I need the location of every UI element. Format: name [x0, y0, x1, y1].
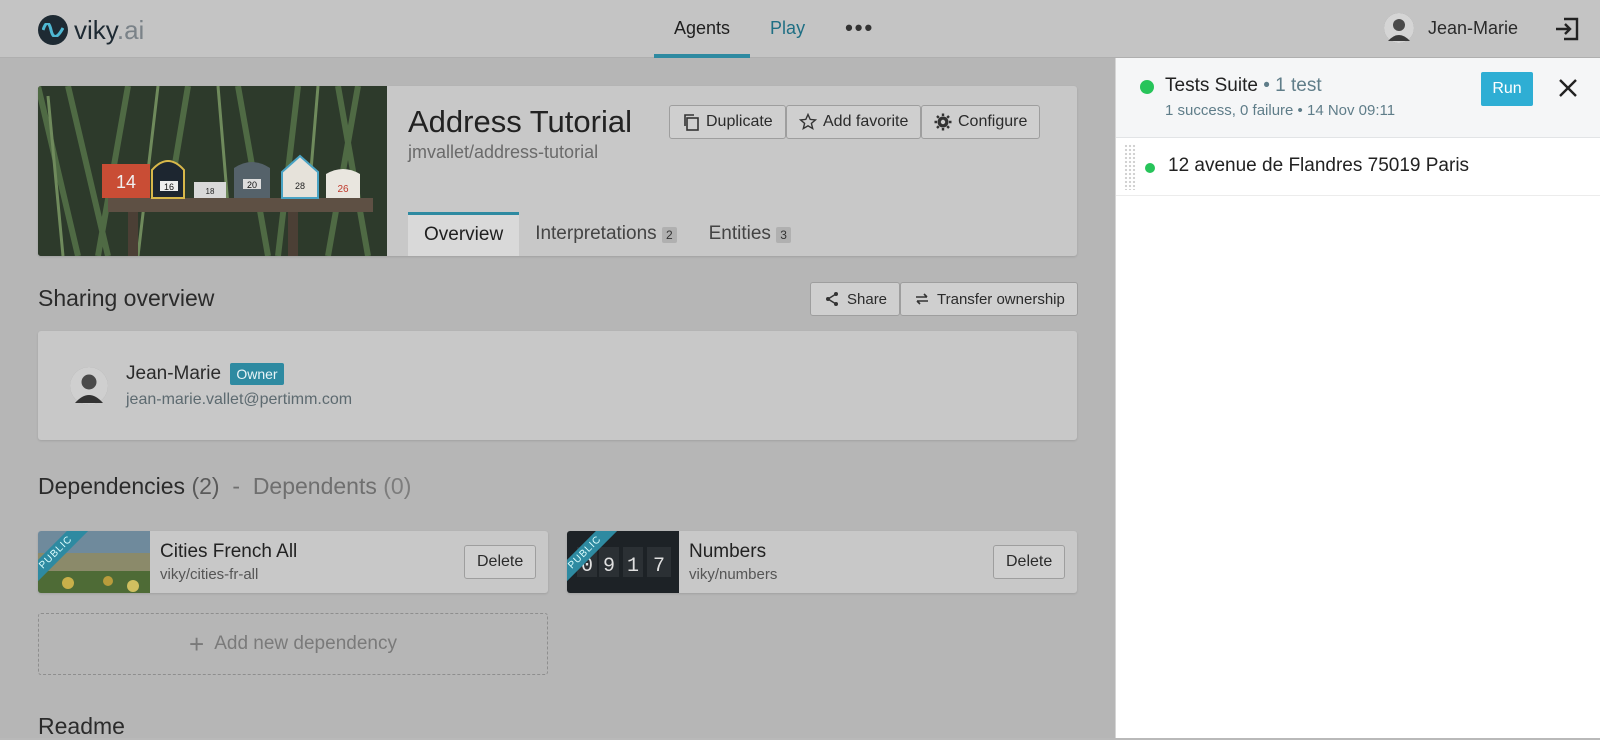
sharing-overview-title: Sharing overview [38, 285, 215, 311]
dependency-card[interactable]: 0 9 1 7 PUBLIC Numbers viky/numbers Dele… [567, 531, 1077, 593]
tests-suite-title: Tests Suite • 1 test [1165, 75, 1322, 97]
user-menu[interactable]: Jean-Marie [1384, 13, 1518, 43]
dependency-name: Numbers [689, 541, 767, 562]
tab-entities-label: Entities [708, 223, 771, 244]
close-icon[interactable] [1556, 76, 1580, 100]
tab-interpretations[interactable]: Interpretations 2 [519, 212, 692, 256]
readme-title: Readme [38, 713, 125, 739]
more-menu-button[interactable]: ••• [825, 0, 894, 58]
dependencies-separator: - [225, 473, 247, 499]
svg-text:1: 1 [627, 555, 639, 578]
dependency-name: Cities French All [160, 541, 298, 562]
dependents-label[interactable]: Dependents [253, 473, 377, 499]
sharing-card: Jean-Marie Owner jean-marie.vallet@perti… [38, 331, 1077, 440]
dependency-slug: viky/cities-fr-all [160, 566, 259, 583]
add-favorite-label: Add favorite [823, 113, 909, 130]
tests-summary: 1 success, 0 failure • 14 Nov 09:11 [1165, 102, 1396, 119]
test-status-dot [1145, 163, 1155, 173]
svg-text:14: 14 [116, 172, 136, 192]
viky-logo-icon [38, 15, 68, 45]
run-tests-button[interactable]: Run [1481, 72, 1533, 106]
add-dependency-button[interactable]: + Add new dependency [38, 613, 548, 675]
transfer-ownership-label: Transfer ownership [937, 290, 1065, 308]
share-button[interactable]: Share [810, 282, 901, 316]
svg-text:20: 20 [247, 180, 257, 190]
tab-overview[interactable]: Overview [408, 212, 520, 256]
test-sentence: 12 avenue de Flandres 75019 Paris [1168, 155, 1470, 176]
gear-icon [934, 113, 952, 131]
configure-button[interactable]: Configure [921, 105, 1041, 139]
add-dependency-label: Add new dependency [214, 633, 397, 654]
svg-text:18: 18 [206, 187, 215, 196]
owner-name: Jean-Marie [126, 363, 222, 385]
nav-tab-agents[interactable]: Agents [654, 0, 751, 58]
user-name: Jean-Marie [1428, 17, 1519, 38]
logo-text: viky.ai [74, 14, 145, 45]
transfer-ownership-button[interactable]: Transfer ownership [900, 282, 1078, 316]
duplicate-label: Duplicate [706, 113, 773, 130]
add-favorite-button[interactable]: Add favorite [786, 105, 922, 139]
dependencies-label[interactable]: Dependencies [38, 473, 185, 499]
plus-icon: + [189, 628, 205, 659]
duplicate-icon [682, 113, 700, 131]
dependencies-title: Dependencies (2) - Dependents (0) [38, 473, 411, 500]
owner-name-row: Jean-Marie Owner [126, 363, 284, 385]
tab-interpretations-label: Interpretations [535, 223, 657, 244]
dependency-image: PUBLIC [38, 531, 150, 593]
share-label: Share [847, 290, 888, 308]
tests-suite-label: Tests Suite [1165, 75, 1258, 96]
agent-slug: jmvallet/address-tutorial [408, 142, 599, 162]
owner-email: jean-marie.vallet@pertimm.com [126, 391, 353, 408]
interpretations-count-badge: 2 [661, 227, 677, 243]
dependency-slug: viky/numbers [689, 566, 778, 583]
svg-text:9: 9 [603, 555, 615, 578]
logout-icon[interactable] [1554, 16, 1580, 42]
agent-title: Address Tutorial [408, 104, 632, 139]
tests-panel: Tests Suite • 1 test 1 success, 0 failur… [1115, 58, 1600, 738]
test-row[interactable]: 12 avenue de Flandres 75019 Paris [1116, 138, 1600, 196]
main-nav: Agents Play ••• [654, 0, 894, 58]
dependencies-count: (2) [191, 473, 220, 499]
top-navbar: viky.ai Agents Play ••• Jean-Marie [0, 0, 1600, 58]
delete-dependency-button[interactable]: Delete [993, 545, 1066, 579]
tests-count: • 1 test [1263, 75, 1322, 96]
owner-badge: Owner [230, 363, 284, 385]
delete-dependency-button[interactable]: Delete [464, 545, 537, 579]
dependency-image: 0 9 1 7 PUBLIC [567, 531, 679, 593]
agent-card: 14 16 18 20 28 26 Address Tutorial jmval… [38, 86, 1077, 256]
svg-text:26: 26 [337, 184, 349, 195]
transfer-arrows-icon [913, 290, 931, 308]
agent-image: 14 16 18 20 28 26 [38, 86, 387, 256]
drag-handle-icon[interactable] [1124, 144, 1136, 190]
svg-text:16: 16 [164, 182, 174, 192]
user-avatar [1384, 13, 1414, 43]
entities-count-badge: 3 [776, 227, 791, 243]
tests-panel-header: Tests Suite • 1 test 1 success, 0 failur… [1116, 58, 1600, 138]
dependency-card[interactable]: PUBLIC Cities French All viky/cities-fr-… [38, 531, 548, 593]
svg-text:28: 28 [295, 181, 305, 191]
dependents-count: (0) [383, 473, 412, 499]
svg-text:7: 7 [653, 555, 665, 578]
duplicate-button[interactable]: Duplicate [669, 105, 786, 139]
configure-label: Configure [958, 113, 1028, 130]
share-icon [823, 290, 841, 308]
tab-entities[interactable]: Entities 3 [693, 212, 807, 256]
owner-avatar [70, 367, 108, 405]
agent-tabs: Overview Interpretations 2 Entities 3 [408, 212, 807, 256]
agent-page: 14 16 18 20 28 26 Address Tutorial jmval… [0, 58, 1115, 739]
star-icon [799, 113, 817, 131]
logo[interactable]: viky.ai [38, 14, 144, 46]
suite-status-dot [1140, 80, 1154, 94]
nav-tab-play[interactable]: Play [750, 0, 825, 58]
